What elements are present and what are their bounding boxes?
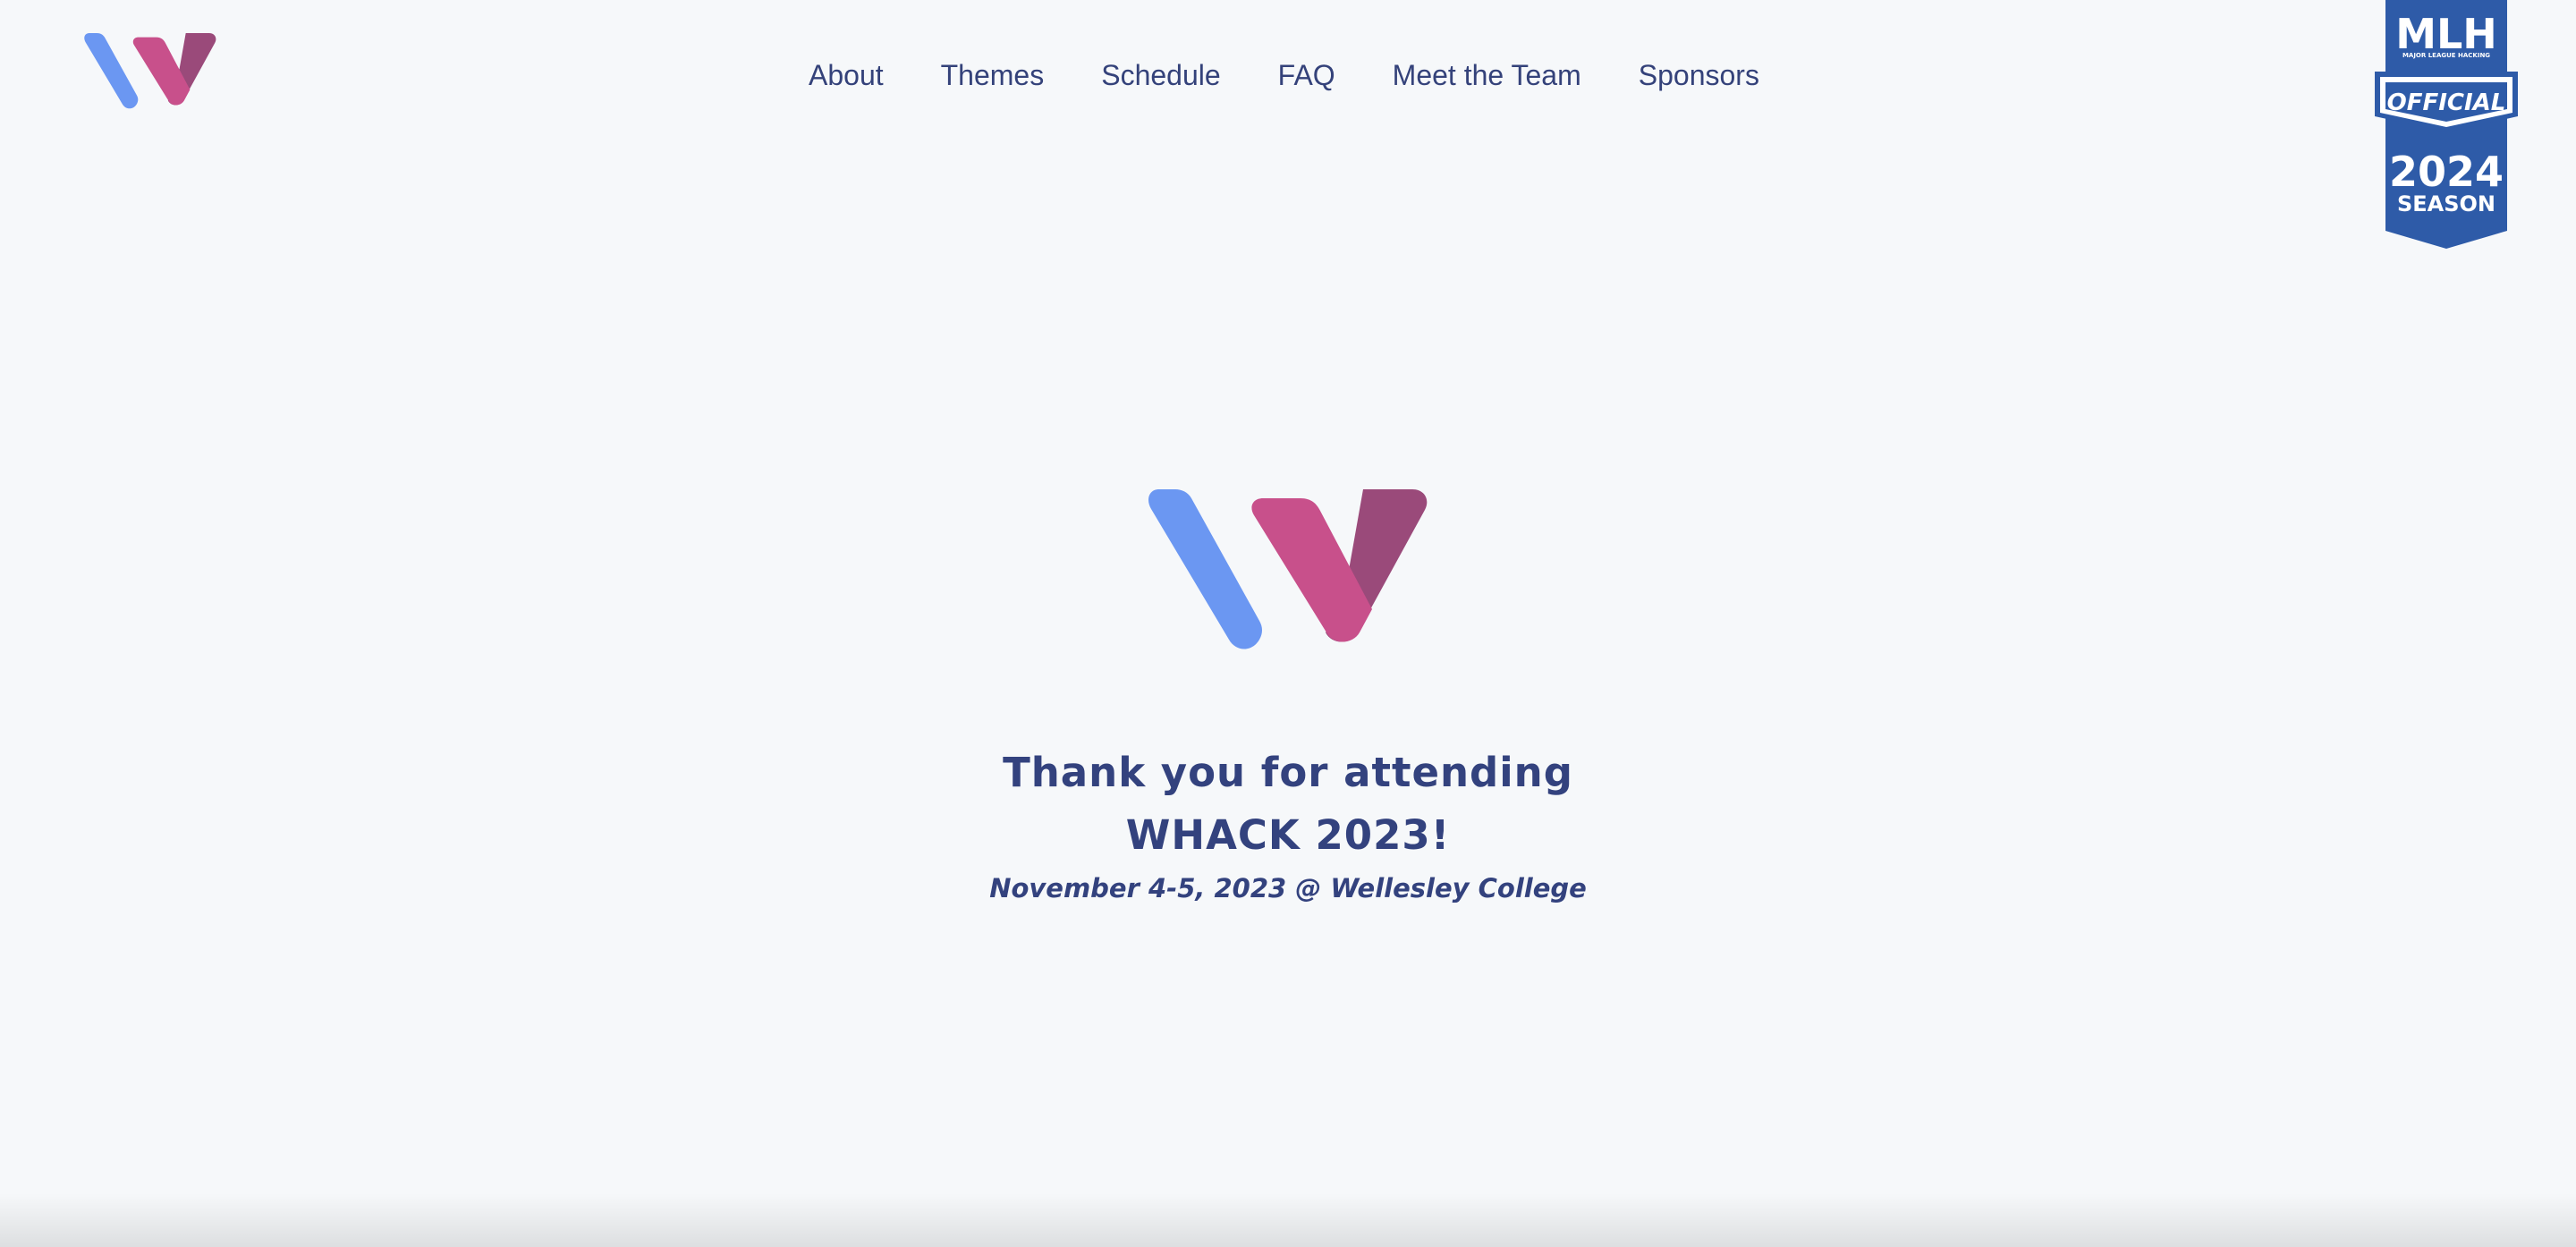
nav-link-themes[interactable]: Themes xyxy=(941,57,1045,93)
mlh-badge-icon: MLH MAJOR LEAGUE HACKING OFFICIAL 2024 S… xyxy=(2375,0,2518,249)
mlh-badge-ribbon: OFFICIAL xyxy=(2387,89,2506,116)
page-bottom-shadow xyxy=(0,1193,2576,1247)
mlh-badge-subtitle: MAJOR LEAGUE HACKING xyxy=(2402,52,2490,59)
whack-w-logo-icon xyxy=(84,32,216,109)
hero-title-line-1: Thank you for attending xyxy=(1003,749,1573,796)
mlh-trust-badge[interactable]: MLH MAJOR LEAGUE HACKING OFFICIAL 2024 S… xyxy=(2375,0,2518,250)
main-nav: About Themes Schedule FAQ Meet the Team … xyxy=(809,57,1759,93)
nav-link-sponsors[interactable]: Sponsors xyxy=(1639,57,1759,93)
hero-section: Thank you for attending WHACK 2023! Nove… xyxy=(0,488,2576,906)
nav-link-about[interactable]: About xyxy=(809,57,884,93)
mlh-badge-title: MLH xyxy=(2395,10,2497,58)
header-logo[interactable] xyxy=(84,32,216,109)
nav-link-faq[interactable]: FAQ xyxy=(1278,57,1335,93)
hero-logo xyxy=(1148,488,1428,650)
hero-title-line-2: WHACK 2023! xyxy=(1125,811,1451,859)
mlh-badge-season: SEASON xyxy=(2397,191,2496,216)
hero-title: Thank you for attending WHACK 2023! xyxy=(1003,742,1573,867)
whack-w-logo-icon xyxy=(1148,489,1428,649)
event-date-location: November 4-5, 2023 @ Wellesley College xyxy=(989,873,1587,903)
mlh-badge-year: 2024 xyxy=(2389,148,2504,196)
nav-link-meet-the-team[interactable]: Meet the Team xyxy=(1393,57,1581,93)
nav-link-schedule[interactable]: Schedule xyxy=(1101,57,1220,93)
